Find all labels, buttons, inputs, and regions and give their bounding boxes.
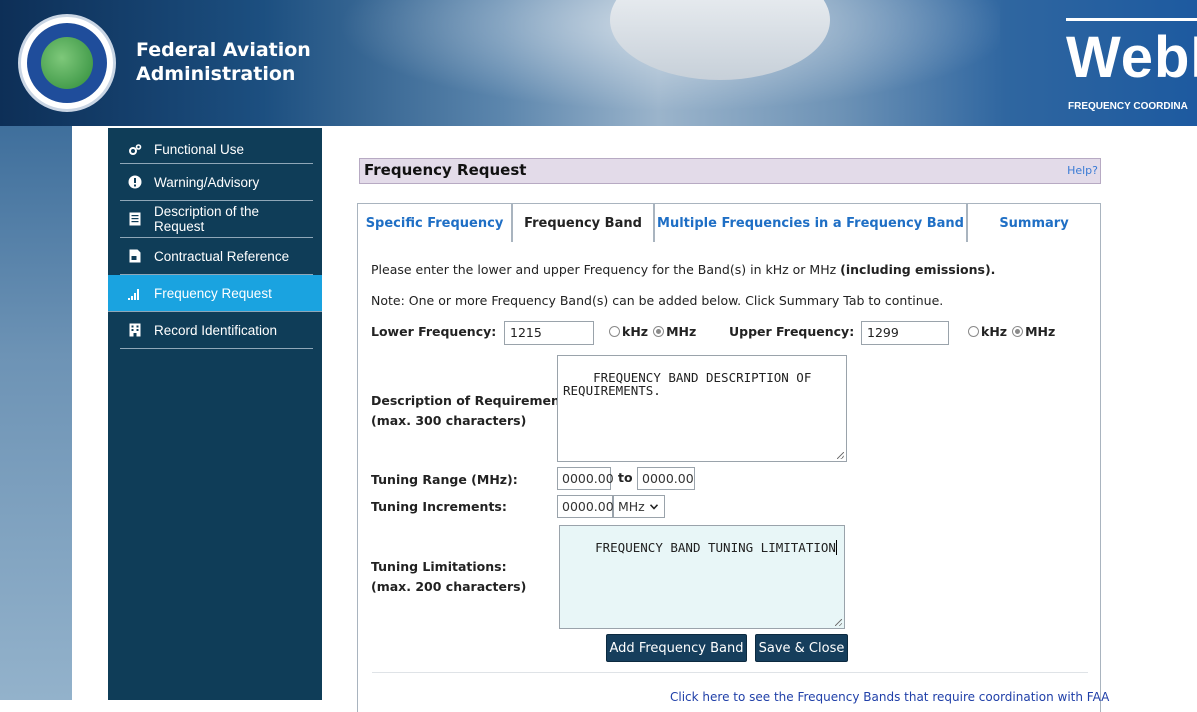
upper-frequency-input[interactable]: 1299 xyxy=(861,321,949,345)
chevron-down-icon xyxy=(649,503,658,510)
sidebar: Functional Use Warning/Advisory Descript… xyxy=(108,128,322,700)
tuning-limitations-textarea[interactable]: FREQUENCY BAND TUNING LIMITATION xyxy=(559,525,845,629)
sidebar-item-description[interactable]: Description of the Request xyxy=(120,201,313,238)
note-text: Note: One or more Frequency Band(s) can … xyxy=(371,293,944,308)
tuning-range-label: Tuning Range (MHz): xyxy=(371,472,518,487)
sidebar-nav: Functional Use Warning/Advisory Descript… xyxy=(108,136,322,349)
document-icon xyxy=(128,212,142,226)
save-close-button[interactable]: Save & Close xyxy=(755,634,848,662)
description-sublabel: (max. 300 characters) xyxy=(371,413,527,428)
help-link[interactable]: Help? xyxy=(1067,164,1098,177)
divider xyxy=(372,672,1088,673)
exclamation-icon xyxy=(128,175,142,189)
add-frequency-band-button[interactable]: Add Frequency Band xyxy=(606,634,747,662)
sidebar-item-label: Contractual Reference xyxy=(154,248,290,264)
tab-multiple-frequencies[interactable]: Multiple Frequencies in a Frequency Band xyxy=(654,203,967,243)
signal-bars-icon xyxy=(128,286,142,300)
sidebar-item-label: Record Identification xyxy=(154,322,278,338)
sidebar-item-label: Frequency Request xyxy=(154,285,272,301)
sidebar-item-contractual-reference[interactable]: Contractual Reference xyxy=(120,238,313,275)
product-logo: WebF xyxy=(1066,25,1197,90)
contract-icon xyxy=(128,249,142,263)
upper-frequency-label: Upper Frequency: xyxy=(729,324,855,339)
description-textarea[interactable]: FREQUENCY BAND DESCRIPTION OF REQUIREMEN… xyxy=(557,355,847,462)
upper-unit-radio-group: kHz MHz xyxy=(968,324,1055,339)
product-subtitle: FREQUENCY COORDINA xyxy=(1068,101,1188,112)
intro-text: Please enter the lower and upper Frequen… xyxy=(371,262,996,277)
sidebar-item-frequency-request[interactable]: Frequency Request xyxy=(108,275,322,312)
tab-specific-frequency[interactable]: Specific Frequency xyxy=(357,203,512,243)
tuning-limitations-label: Tuning Limitations: xyxy=(371,559,507,574)
tuning-limitations-sublabel: (max. 200 characters) xyxy=(371,579,527,594)
lower-khz-radio[interactable] xyxy=(609,326,620,337)
sidebar-item-record-identification[interactable]: Record Identification xyxy=(120,312,313,349)
lower-frequency-label: Lower Frequency: xyxy=(371,324,497,339)
gears-icon xyxy=(128,143,142,157)
resize-handle-icon[interactable] xyxy=(837,452,844,459)
sidebar-item-label: Warning/Advisory xyxy=(154,174,260,190)
tuning-range-to-input[interactable]: 0000.00 xyxy=(637,467,695,490)
upper-khz-radio[interactable] xyxy=(968,326,979,337)
lower-unit-radio-group: kHz MHz xyxy=(609,324,696,339)
sidebar-item-functional-use[interactable]: Functional Use xyxy=(120,136,313,164)
panel-header: Frequency Request Help? xyxy=(359,158,1101,184)
org-name: Federal Aviation Administration xyxy=(136,39,311,85)
tab-frequency-band[interactable]: Frequency Band xyxy=(512,203,654,243)
description-label: Description of Requirement: xyxy=(371,393,571,408)
building-icon xyxy=(128,323,142,337)
tuning-range-to-label: to xyxy=(618,470,633,485)
page-title: Frequency Request xyxy=(364,161,527,179)
frequency-bands-coordination-link[interactable]: Click here to see the Frequency Bands th… xyxy=(670,690,1109,704)
tab-summary[interactable]: Summary xyxy=(967,203,1101,243)
sidebar-item-label: Description of the Request xyxy=(154,204,260,234)
frequency-band-form: Please enter the lower and upper Frequen… xyxy=(357,242,1109,712)
header-banner: Federal Aviation Administration WebF FRE… xyxy=(0,0,1197,126)
faa-seal-logo xyxy=(18,14,116,112)
resize-handle-icon[interactable] xyxy=(835,619,842,626)
left-decoration xyxy=(0,126,72,700)
tuning-range-from-input[interactable]: 0000.00 xyxy=(557,467,614,490)
sidebar-item-warning-advisory[interactable]: Warning/Advisory xyxy=(120,164,313,201)
text-cursor xyxy=(835,540,837,555)
tuning-increments-input[interactable]: 0000.00 xyxy=(557,495,614,518)
upper-mhz-radio[interactable] xyxy=(1012,326,1024,337)
sidebar-item-label: Functional Use xyxy=(154,142,245,157)
tuning-increments-unit-select[interactable]: MHz xyxy=(613,495,665,518)
tuning-increments-label: Tuning Increments: xyxy=(371,499,507,514)
lower-frequency-input[interactable]: 1215 xyxy=(504,321,594,345)
lower-mhz-radio[interactable] xyxy=(653,326,665,337)
